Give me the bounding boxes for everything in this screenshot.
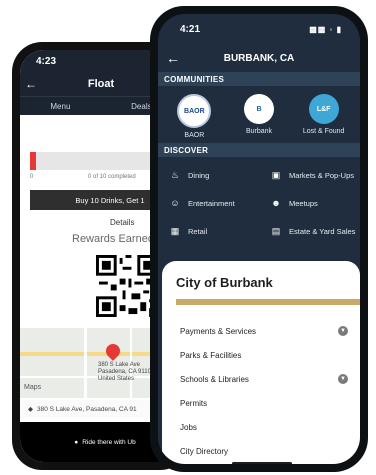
chevron-down-icon[interactable]: ▼ bbox=[338, 326, 348, 336]
discover-retail[interactable]: ▦ Retail bbox=[158, 226, 259, 237]
fork-knife-icon: ♨ bbox=[170, 169, 180, 180]
discover-label: Estate & Yard Sales bbox=[289, 226, 356, 236]
community-label: BAOR bbox=[184, 132, 205, 139]
menu-item-directory[interactable]: City Directory bbox=[180, 439, 348, 463]
menu-item-jobs[interactable]: Jobs bbox=[180, 415, 348, 439]
burbank-logo-icon: B bbox=[243, 94, 274, 124]
status-time: 4:21 bbox=[180, 23, 201, 35]
qr-code bbox=[96, 255, 158, 317]
cart-icon: ▣ bbox=[271, 169, 281, 180]
community-baor[interactable]: BAOR BAOR bbox=[165, 94, 223, 139]
signal-wifi-battery-icon: ▩▩ ◦ ▮ bbox=[309, 24, 342, 34]
baor-logo-icon: BAOR bbox=[177, 94, 212, 128]
navigation-diamond-icon: ◆ bbox=[28, 406, 33, 413]
app-header: ← BURBANK, CA bbox=[158, 44, 360, 72]
maps-logo: Maps bbox=[24, 384, 41, 391]
discover-dining[interactable]: ♨ Dining bbox=[158, 170, 259, 181]
menu-item-label: Schools & Libraries bbox=[180, 374, 249, 384]
menu-item-label: Permits bbox=[180, 398, 208, 408]
chevron-down-icon[interactable]: ▼ bbox=[338, 374, 348, 384]
front-phone: 4:21 ▩▩ ◦ ▮ ← BURBANK, CA COMMUNITIES BA… bbox=[150, 6, 368, 472]
community-label: Burbank bbox=[245, 128, 273, 135]
car-icon: ● bbox=[74, 438, 79, 446]
rewards-title: Rewards Earned bbox=[72, 233, 154, 245]
discover-meetups[interactable]: ☻ Meetups bbox=[259, 198, 360, 208]
map-pin-icon[interactable] bbox=[103, 341, 123, 361]
discover-heading: DISCOVER bbox=[158, 143, 360, 157]
menu-item-label: City Directory bbox=[180, 446, 229, 456]
discover-estate-sales[interactable]: ▤ Estate & Yard Sales bbox=[259, 226, 360, 237]
back-arrow-icon[interactable]: ← bbox=[158, 50, 188, 66]
communities-row: BAOR BAOR B Burbank L&F Lost & Found bbox=[158, 86, 360, 143]
community-burbank[interactable]: B Burbank bbox=[230, 94, 288, 139]
address-text: 380 S Lake Ave, Pasadena, CA 91 bbox=[37, 405, 137, 413]
ride-button-label: Ride there with Ub bbox=[82, 438, 136, 446]
map-address-line: Pasadena, CA 91101 bbox=[98, 369, 155, 375]
menu-item-label: Payments & Services bbox=[180, 326, 257, 336]
discover-label: Markets & Pop-Ups bbox=[289, 170, 355, 180]
menu-item-permits[interactable]: Permits bbox=[180, 391, 348, 415]
discover-grid: ♨ Dining ▣ Markets & Pop-Ups ☺ Entertain… bbox=[158, 157, 360, 245]
discover-label: Dining bbox=[188, 170, 210, 180]
community-lost-found[interactable]: L&F Lost & Found bbox=[295, 94, 353, 139]
menu-item-label: Jobs bbox=[180, 422, 197, 432]
header-title: BURBANK, CA bbox=[223, 52, 295, 64]
status-bar: 4:21 ▩▩ ◦ ▮ bbox=[158, 14, 360, 44]
tag-icon: ▤ bbox=[271, 225, 281, 236]
map-road bbox=[84, 328, 87, 398]
progress-start-label: 0 bbox=[30, 174, 34, 180]
city-card: City of Burbank Payments & Services ▼ Pa… bbox=[162, 261, 360, 464]
progress-count-label: 0 of 10 completed bbox=[88, 174, 136, 180]
discover-label: Retail bbox=[188, 226, 208, 236]
home-indicator[interactable] bbox=[232, 462, 292, 464]
discover-label: Meetups bbox=[289, 198, 318, 208]
community-label: Lost & Found bbox=[302, 128, 345, 135]
lost-found-logo-icon: L&F bbox=[308, 94, 339, 124]
map-address-line: United States bbox=[98, 376, 135, 382]
back-arrow-icon[interactable]: ← bbox=[20, 77, 42, 91]
map-address-line: 380 S Lake Ave bbox=[98, 362, 140, 368]
store-icon: ▦ bbox=[170, 225, 180, 236]
menu-item-schools[interactable]: Schools & Libraries ▼ bbox=[180, 367, 348, 391]
progress-fill bbox=[30, 152, 37, 170]
tab-deals[interactable]: Deals bbox=[131, 102, 151, 111]
status-time: 4:23 bbox=[36, 55, 57, 67]
menu-item-parks[interactable]: Parks & Facilities bbox=[180, 343, 348, 367]
card-accent-bar bbox=[176, 299, 360, 305]
maps-logo-text: Maps bbox=[24, 384, 42, 391]
city-menu: Payments & Services ▼ Parks & Facilities… bbox=[180, 319, 348, 463]
details-link[interactable]: Details bbox=[110, 218, 134, 227]
theater-icon: ☺ bbox=[170, 198, 180, 208]
card-title: City of Burbank bbox=[176, 275, 273, 290]
people-icon: ☻ bbox=[271, 198, 281, 208]
map-pin-address: 380 S Lake Ave Pasadena, CA 91101 United… bbox=[98, 362, 154, 383]
discover-entertainment[interactable]: ☺ Entertainment bbox=[158, 198, 259, 208]
menu-item-payments[interactable]: Payments & Services ▼ bbox=[180, 319, 348, 343]
menu-item-label: Parks & Facilities bbox=[180, 350, 242, 360]
tab-menu[interactable]: Menu bbox=[50, 102, 70, 111]
front-phone-screen: 4:21 ▩▩ ◦ ▮ ← BURBANK, CA COMMUNITIES BA… bbox=[158, 14, 360, 464]
discover-markets[interactable]: ▣ Markets & Pop-Ups bbox=[259, 170, 360, 181]
discover-label: Entertainment bbox=[188, 198, 235, 208]
communities-heading: COMMUNITIES bbox=[158, 72, 360, 86]
